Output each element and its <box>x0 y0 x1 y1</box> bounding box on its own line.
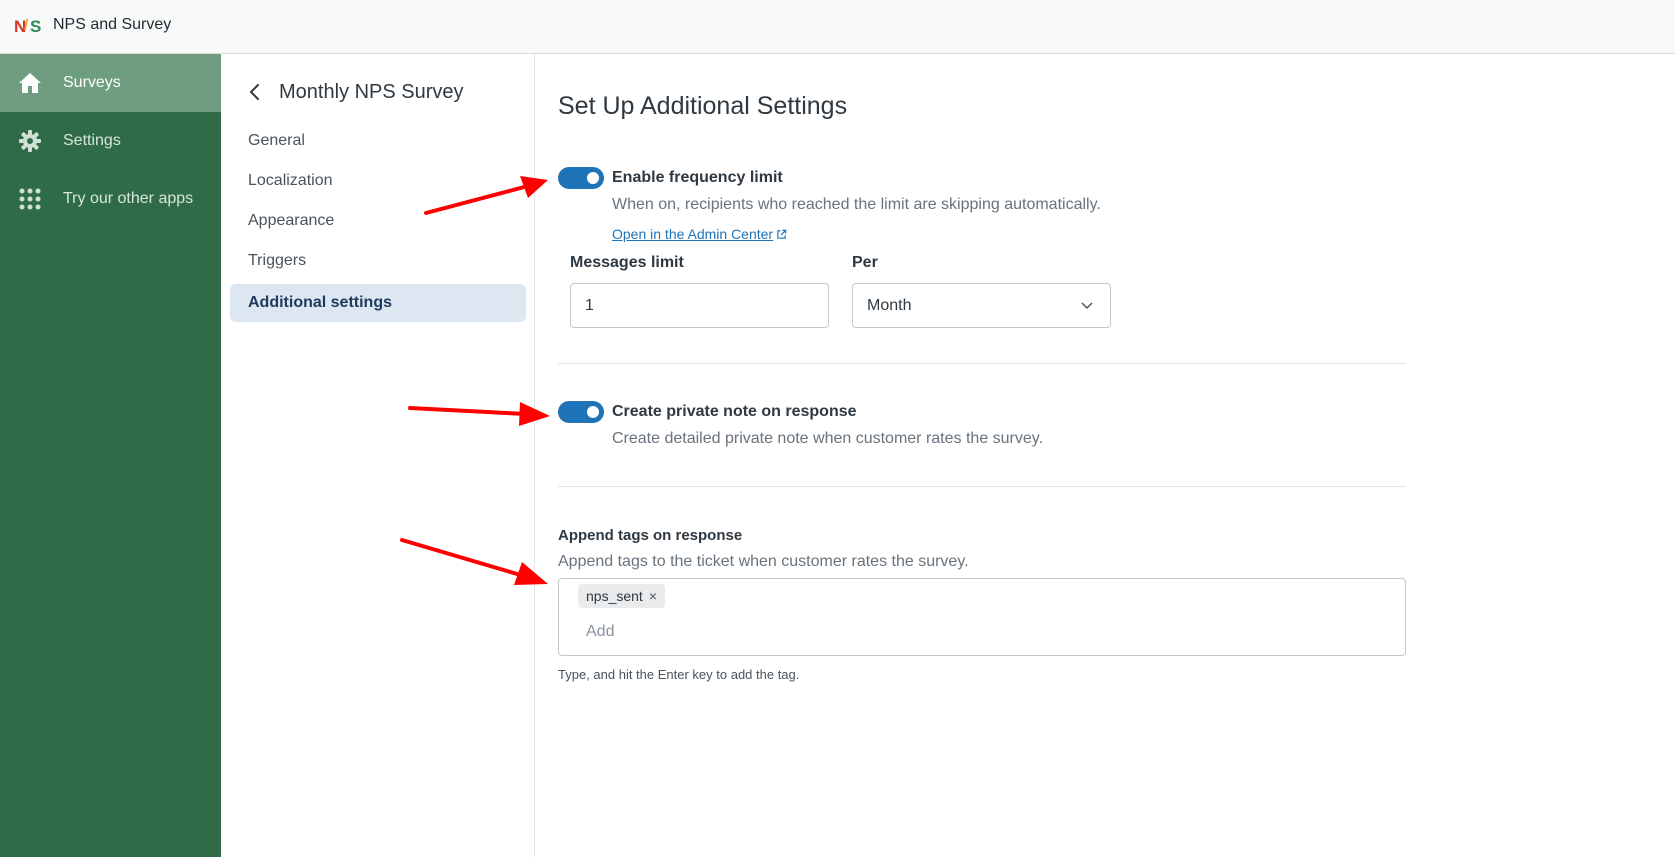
subnav-item-appearance[interactable]: Appearance <box>230 202 526 240</box>
app-logo: N / S <box>14 17 41 36</box>
private-note-toggle[interactable] <box>558 401 604 423</box>
external-link-icon <box>777 229 787 239</box>
chevron-down-icon <box>1081 302 1093 310</box>
back-chevron-icon[interactable] <box>245 80 265 104</box>
nav-item-other-apps[interactable]: Try our other apps <box>0 170 221 228</box>
grid-icon <box>19 188 41 210</box>
subnav-item-label: Localization <box>248 172 333 189</box>
messages-limit-value: 1 <box>585 297 594 314</box>
append-tags-label: Append tags on response <box>558 527 743 544</box>
app-title: NPS and Survey <box>53 16 172 33</box>
nav-item-label: Settings <box>63 132 121 149</box>
home-icon <box>19 73 41 93</box>
admin-center-link-label: Open in the Admin Center <box>612 226 774 242</box>
survey-title: Monthly NPS Survey <box>279 81 464 103</box>
subnav-item-general[interactable]: General <box>230 122 526 160</box>
frequency-limit-hint: When on, recipients who reached the limi… <box>612 196 1101 213</box>
subnav-item-additional-settings[interactable]: Additional settings <box>230 284 526 322</box>
append-tags-hint: Append tags to the ticket when customer … <box>558 553 969 570</box>
subnav-item-triggers[interactable]: Triggers <box>230 242 526 280</box>
subnav-item-label: Appearance <box>248 212 335 229</box>
subnav-item-label: Triggers <box>248 252 307 269</box>
left-nav: Surveys Settings Try our other apps <box>0 54 221 857</box>
frequency-limit-toggle[interactable] <box>558 167 604 189</box>
tags-input[interactable]: nps_sent × Add <box>558 578 1406 656</box>
toggle-knob <box>587 172 599 184</box>
subnav-item-label: General <box>248 132 305 149</box>
private-note-label: Create private note on response <box>612 403 857 420</box>
tag-remove-icon[interactable]: × <box>649 588 657 604</box>
tags-add-placeholder[interactable]: Add <box>586 623 614 641</box>
messages-limit-label: Messages limit <box>570 254 684 271</box>
tag-chip-label: nps_sent <box>586 588 643 604</box>
main-content: Set Up Additional Settings Enable freque… <box>536 54 1675 857</box>
nav-item-label: Try our other apps <box>63 190 194 207</box>
per-label: Per <box>852 254 878 271</box>
admin-center-link[interactable]: Open in the Admin Center <box>612 226 787 242</box>
page-title: Set Up Additional Settings <box>558 92 848 120</box>
private-note-hint: Create detailed private note when custom… <box>612 430 1044 447</box>
frequency-limit-label: Enable frequency limit <box>612 169 783 186</box>
tag-chip: nps_sent × <box>578 584 666 608</box>
messages-limit-input[interactable]: 1 <box>570 283 829 328</box>
subnav-item-label: Additional settings <box>248 294 392 311</box>
subnav-item-localization[interactable]: Localization <box>230 162 526 200</box>
per-select[interactable]: Month <box>852 283 1111 328</box>
nav-item-label: Surveys <box>63 74 121 91</box>
survey-subnav: Monthly NPS Survey General Localization … <box>221 54 535 857</box>
per-select-value: Month <box>867 297 912 314</box>
toggle-knob <box>587 406 599 418</box>
svg-text:S: S <box>30 17 41 36</box>
top-bar: N / S NPS and Survey <box>0 0 1675 54</box>
svg-text:/: / <box>24 17 29 34</box>
section-divider <box>558 486 1406 487</box>
gear-icon <box>19 130 41 152</box>
tags-help-text: Type, and hit the Enter key to add the t… <box>558 667 800 682</box>
nav-item-surveys[interactable]: Surveys <box>0 54 221 112</box>
nav-item-settings[interactable]: Settings <box>0 112 221 170</box>
section-divider <box>558 363 1406 364</box>
